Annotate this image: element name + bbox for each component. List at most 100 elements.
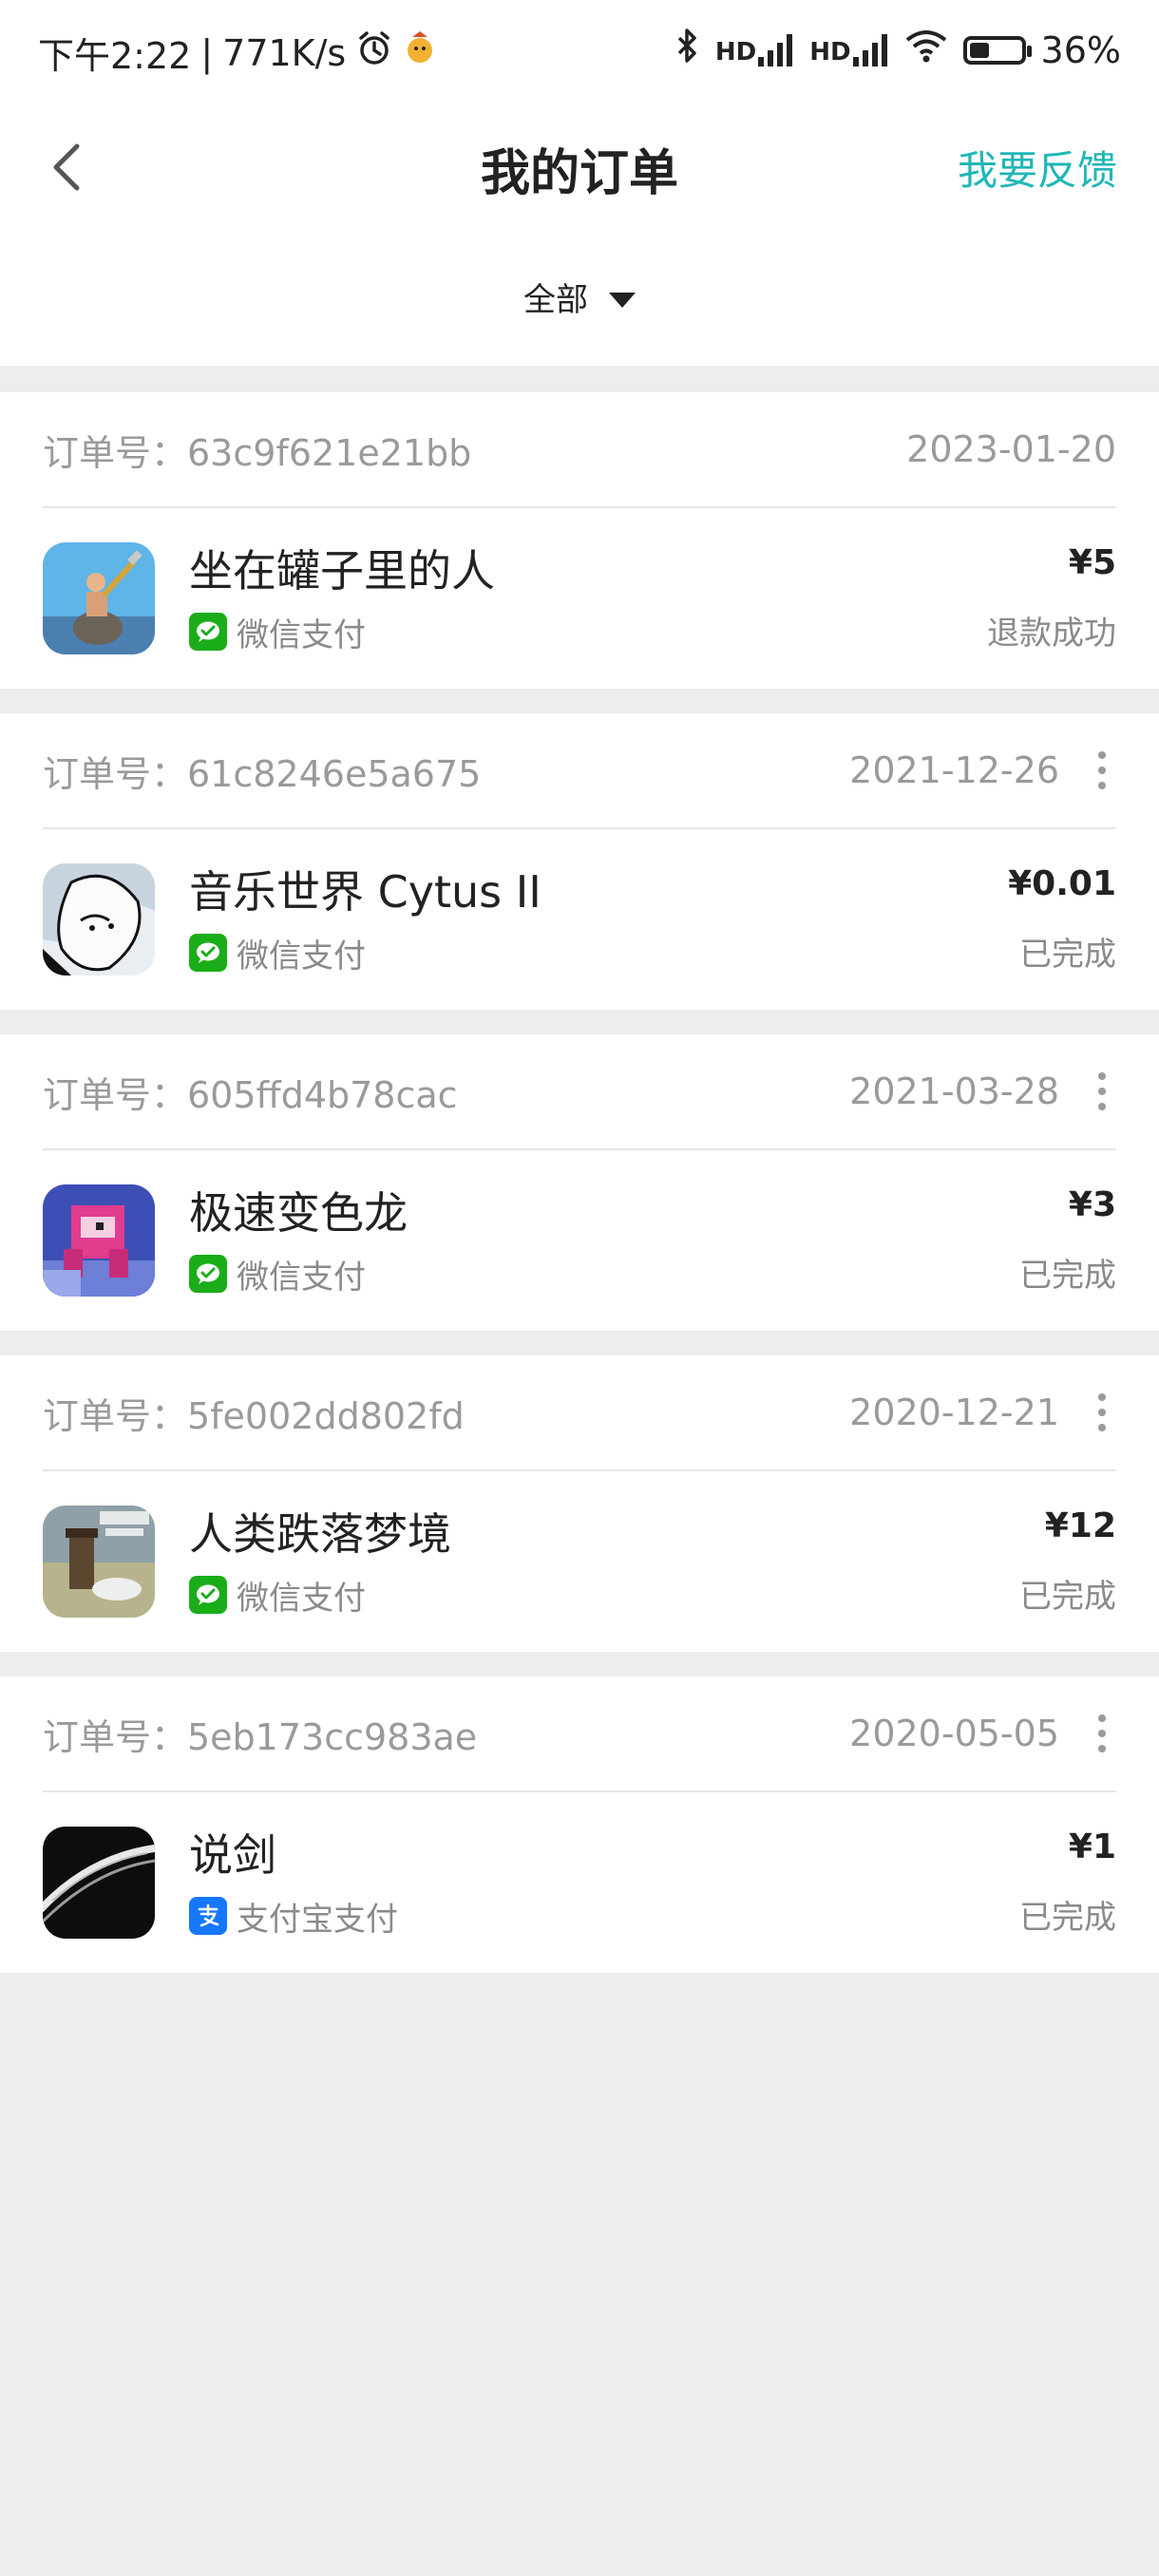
order-date: 2020-05-05 [849,1713,1059,1754]
game-icon-shuo-jian [43,1827,155,1939]
game-name: 人类跌落梦境 [189,1507,451,1560]
order-header-right: 2021-12-26 [849,749,1116,791]
filter-label: 全部 [523,281,588,319]
order-status: 已完成 [1019,936,1116,974]
order-status: 已完成 [1019,1257,1116,1295]
payment-row: 微信支付 [189,1251,1019,1297]
wechat-pay-icon [189,613,227,651]
status-left: 下午2:22 | 771K/s [38,27,437,79]
order-price: ¥3 [1068,1185,1116,1224]
payment-row: 支付宝支付 [189,1893,1019,1940]
order-right: ¥1 已完成 [1019,1828,1116,1938]
caret-down-icon [609,292,636,308]
order-header-right: 2023-01-20 [906,428,1116,470]
payment-method: 支付宝支付 [237,1900,398,1939]
more-vertical-icon[interactable] [1088,1714,1116,1752]
filter-dropdown[interactable]: 全部 [0,228,1159,366]
order-card[interactable]: 订单号：61c8246e5a675 2021-12-26 音乐世界 Cytus … [0,713,1159,1010]
game-name: 极速变色龙 [189,1186,408,1239]
app-notification-icon [403,29,437,76]
order-number: 订单号：5eb173cc983ae [43,1715,478,1758]
order-right: ¥5 退款成功 [987,543,1116,653]
order-status: 已完成 [1019,1578,1116,1616]
order-status: 已完成 [1019,1899,1116,1937]
order-right: ¥12 已完成 [1019,1506,1116,1617]
bluetooth-icon [675,27,700,73]
order-number: 订单号：61c8246e5a675 [43,752,482,795]
signal-1-icon: HD [714,33,794,66]
order-number: 订单号：63c9f621e21bb [43,431,472,474]
order-card[interactable]: 订单号：5eb173cc983ae 2020-05-05 说剑 支付宝支付 ¥1… [0,1676,1159,1973]
order-body: 极速变色龙 微信支付 ¥3 已完成 [43,1150,1116,1331]
game-info: 极速变色龙 微信支付 [189,1184,1019,1297]
order-header: 订单号：61c8246e5a675 2021-12-26 [43,713,1116,829]
wifi-icon [904,28,948,71]
game-icon-human-fall-flat [43,1506,155,1618]
order-price: ¥1 [1068,1828,1116,1866]
status-divider: | [200,31,214,74]
order-header-right: 2020-05-05 [849,1713,1116,1754]
order-date: 2020-12-21 [849,1392,1059,1433]
signal-2-hd-label: HD [809,37,851,66]
order-card[interactable]: 订单号：605ffd4b78cac 2021-03-28 极速变色龙 微信支付 … [0,1034,1159,1331]
game-name: 坐在罐子里的人 [189,544,495,597]
order-header: 订单号：63c9f621e21bb 2023-01-20 [43,392,1116,508]
payment-method: 微信支付 [237,1258,366,1297]
status-bar: 下午2:22 | 771K/s HD HD 36% [0,0,1159,104]
order-number: 订单号：5fe002dd802fd [43,1394,465,1437]
alarm-icon [355,29,393,76]
order-header-right: 2021-03-28 [849,1070,1116,1112]
top-area: 下午2:22 | 771K/s HD HD 36% 我的订单 我要反馈 全部 [0,0,1159,366]
nav-bar: 我的订单 我要反馈 [0,104,1159,228]
game-icon-cytus-ii [43,863,155,975]
order-header-right: 2020-12-21 [849,1392,1116,1433]
signal-2-icon: HD [809,33,888,66]
payment-method: 微信支付 [237,616,366,654]
order-header: 订单号：605ffd4b78cac 2021-03-28 [43,1034,1116,1150]
battery-icon [962,35,1032,65]
order-date: 2021-03-28 [849,1070,1059,1112]
feedback-button[interactable]: 我要反馈 [958,139,1117,197]
order-body: 说剑 支付宝支付 ¥1 已完成 [43,1792,1116,1973]
game-icon-getting-over-it [43,542,155,654]
payment-method: 微信支付 [237,1579,366,1618]
game-info: 说剑 支付宝支付 [189,1827,1019,1940]
more-vertical-icon[interactable] [1088,1393,1116,1431]
order-date: 2021-12-26 [849,749,1059,791]
game-name: 说剑 [189,1828,276,1881]
payment-row: 微信支付 [189,930,1008,976]
order-header: 订单号：5fe002dd802fd 2020-12-21 [43,1355,1116,1471]
wechat-pay-icon [189,934,227,972]
wechat-pay-icon [189,1255,227,1293]
order-number: 订单号：605ffd4b78cac [43,1073,458,1116]
order-body: 人类跌落梦境 微信支付 ¥12 已完成 [43,1471,1116,1652]
order-date: 2023-01-20 [906,428,1116,470]
order-card[interactable]: 订单号：5fe002dd802fd 2020-12-21 人类跌落梦境 微信支付… [0,1355,1159,1652]
game-info: 人类跌落梦境 微信支付 [189,1506,1019,1619]
order-header: 订单号：5eb173cc983ae 2020-05-05 [43,1676,1116,1792]
alipay-icon [189,1897,227,1935]
more-vertical-icon[interactable] [1088,751,1116,789]
wechat-pay-icon [189,1576,227,1614]
payment-method: 微信支付 [237,937,366,975]
order-list: 订单号：63c9f621e21bb 2023-01-20 坐在罐子里的人 微信支… [0,392,1159,1973]
battery-fill [969,42,990,58]
order-body: 音乐世界 Cytus II 微信支付 ¥0.01 已完成 [43,829,1116,1010]
payment-row: 微信支付 [189,1572,1019,1619]
game-name: 音乐世界 Cytus II [189,865,542,918]
order-price: ¥0.01 [1008,864,1116,903]
order-price: ¥5 [1068,543,1116,582]
order-right: ¥0.01 已完成 [1008,864,1116,975]
order-body: 坐在罐子里的人 微信支付 ¥5 退款成功 [43,508,1116,689]
status-right: HD HD 36% [675,27,1121,73]
order-price: ¥12 [1044,1506,1116,1545]
order-card[interactable]: 订单号：63c9f621e21bb 2023-01-20 坐在罐子里的人 微信支… [0,392,1159,689]
game-icon-chameleon-run [43,1184,155,1297]
signal-1-hd-label: HD [714,37,757,66]
order-right: ¥3 已完成 [1019,1185,1116,1296]
payment-row: 微信支付 [189,609,987,655]
more-vertical-icon[interactable] [1088,1072,1116,1110]
order-status: 退款成功 [987,615,1116,653]
status-net-speed: 771K/s [222,31,347,74]
game-info: 音乐世界 Cytus II 微信支付 [189,863,1008,976]
